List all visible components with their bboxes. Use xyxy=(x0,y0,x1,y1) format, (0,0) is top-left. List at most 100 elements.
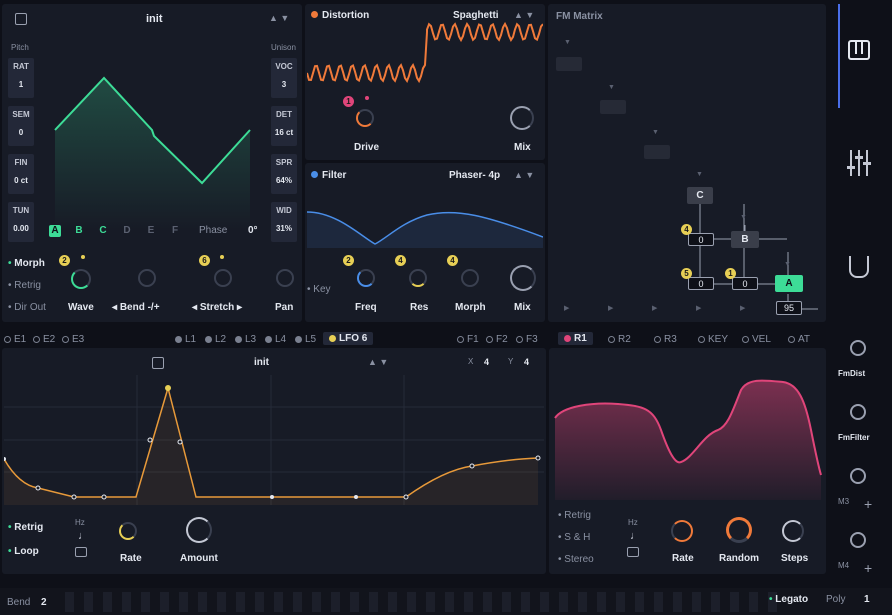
unison-param-spr[interactable]: SPR 64% xyxy=(271,154,297,194)
note-sync-icon[interactable]: ♩ xyxy=(78,530,89,542)
lfo-save-icon[interactable] xyxy=(152,357,164,369)
preset-nav-icon[interactable]: ▲ ▼ xyxy=(269,13,289,23)
m3-knob[interactable] xyxy=(850,468,866,484)
fm-node-a[interactable]: A xyxy=(775,275,803,292)
distortion-nav-icon[interactable]: ▲ ▼ xyxy=(514,10,534,20)
rand-keyboard-icon[interactable] xyxy=(627,547,639,557)
bend-label[interactable]: ◂ Bend -/+ xyxy=(112,302,160,313)
plug-icon[interactable] xyxy=(849,256,869,278)
mod-tab-f3[interactable]: F3 xyxy=(516,334,538,345)
stretch-knob[interactable] xyxy=(214,269,232,287)
m4-knob[interactable] xyxy=(850,532,866,548)
pitch-param-fin[interactable]: FIN 0 ct xyxy=(8,154,34,194)
freq-knob[interactable] xyxy=(357,269,375,287)
keyboard-sync-icon[interactable] xyxy=(75,547,87,557)
wave-tab-e[interactable]: E xyxy=(145,225,157,237)
lfo-nav-icon[interactable]: ▲ ▼ xyxy=(368,357,388,367)
mod-tab-key[interactable]: KEY xyxy=(698,334,728,345)
rand-hz-label[interactable]: Hz xyxy=(628,518,638,527)
mod-tab-e2[interactable]: E2 xyxy=(33,334,55,345)
osc-preset-name[interactable]: init xyxy=(146,13,163,25)
wave-knob[interactable] xyxy=(71,269,91,289)
mod-tab-at[interactable]: AT xyxy=(788,334,810,345)
key-toggle[interactable]: • Key xyxy=(307,284,331,295)
rand-note-icon[interactable]: ♩ xyxy=(630,530,641,542)
mod-tab-lfo-6[interactable]: LFO 6 xyxy=(323,332,374,345)
filter-title[interactable]: Filter xyxy=(311,170,346,181)
mod-tab-e1[interactable]: E1 xyxy=(4,334,26,345)
mod-tab-f1[interactable]: F1 xyxy=(457,334,479,345)
bend-knob[interactable] xyxy=(138,269,156,287)
unison-param-wid[interactable]: WID 31% xyxy=(271,202,297,242)
wave-tab-c[interactable]: C xyxy=(97,225,109,237)
mod-tab-vel[interactable]: VEL xyxy=(742,334,771,345)
wave-tab-b[interactable]: B xyxy=(73,225,85,237)
filter-type[interactable]: Phaser- 4p xyxy=(449,170,500,181)
fm-node-c[interactable]: C xyxy=(687,187,713,204)
lfo-rate-knob[interactable] xyxy=(119,522,137,540)
lfo-loop-toggle[interactable]: • Loop xyxy=(8,546,39,557)
fm-node-b[interactable]: B xyxy=(731,231,759,248)
mod-tab-l3[interactable]: L3 xyxy=(235,334,256,345)
rand-sh-toggle[interactable]: • S & H xyxy=(558,532,590,543)
lfo-preset-name[interactable]: init xyxy=(254,357,269,368)
pitch-param-tun[interactable]: TUN 0.00 xyxy=(8,202,34,242)
grid-x-value[interactable]: 4 xyxy=(484,357,489,367)
pan-knob[interactable] xyxy=(276,269,294,287)
mod-tab-r2[interactable]: R2 xyxy=(608,334,631,345)
rand-rate-knob[interactable] xyxy=(671,520,693,542)
rand-stereo-toggle[interactable]: • Stereo xyxy=(558,554,594,565)
phase-value[interactable]: 0° xyxy=(248,225,258,236)
mod-tab-f2[interactable]: F2 xyxy=(486,334,508,345)
filter-mix-knob[interactable] xyxy=(510,265,536,291)
save-icon[interactable] xyxy=(15,13,27,25)
wave-tab-d[interactable]: D xyxy=(121,225,133,237)
power-icon[interactable] xyxy=(311,11,318,18)
freq-mod-badge: 2 xyxy=(343,255,354,266)
lfo-retrig-toggle[interactable]: • Retrig xyxy=(8,522,43,533)
wave-tab-f[interactable]: F xyxy=(169,225,181,237)
lfo-editor[interactable] xyxy=(4,375,544,505)
power-icon[interactable] xyxy=(311,171,318,178)
mod-tab-r1[interactable]: R1 xyxy=(558,332,593,345)
lfo-hz-label[interactable]: Hz xyxy=(75,518,85,527)
fm-output-amount[interactable]: 95 xyxy=(776,301,802,315)
fm-amount[interactable]: 0 xyxy=(688,233,714,246)
fm-amount[interactable]: 0 xyxy=(688,277,714,290)
add-m4-icon[interactable]: + xyxy=(864,560,872,576)
add-m3-icon[interactable]: + xyxy=(864,496,872,512)
pitch-param-sem[interactable]: SEM 0 xyxy=(8,106,34,146)
filter-morph-knob[interactable] xyxy=(461,269,479,287)
rand-steps-knob[interactable] xyxy=(782,520,804,542)
mod-morph[interactable]: • Morph xyxy=(8,258,45,269)
mod-tab-l4[interactable]: L4 xyxy=(265,334,286,345)
mod-tab-l1[interactable]: L1 xyxy=(175,334,196,345)
mod-tab-l5[interactable]: L5 xyxy=(295,334,316,345)
grid-y-value[interactable]: 4 xyxy=(524,357,529,367)
rand-retrig-toggle[interactable]: • Retrig xyxy=(558,510,591,521)
lfo-amount-knob[interactable] xyxy=(186,517,212,543)
poly-value[interactable]: 1 xyxy=(864,594,870,605)
fm-amount[interactable]: 0 xyxy=(732,277,758,290)
wave-tab-a[interactable]: A xyxy=(49,225,61,237)
bend-value[interactable]: 2 xyxy=(41,597,47,608)
mod-retrig[interactable]: • Retrig xyxy=(8,280,41,291)
mod-dir-out[interactable]: • Dir Out xyxy=(8,302,46,313)
legato-toggle[interactable]: • Legato xyxy=(769,594,808,605)
dist-mix-knob[interactable] xyxy=(510,106,534,130)
drive-knob[interactable] xyxy=(356,109,374,127)
mod-tab-r3[interactable]: R3 xyxy=(654,334,677,345)
mod-tab-e3[interactable]: E3 xyxy=(62,334,84,345)
rand-random-knob[interactable] xyxy=(726,517,752,543)
mod-tab-l2[interactable]: L2 xyxy=(205,334,226,345)
filter-nav-icon[interactable]: ▲ ▼ xyxy=(514,170,534,180)
fmfilter-knob[interactable] xyxy=(850,404,866,420)
keyboard-icon[interactable] xyxy=(848,40,870,60)
fmdist-knob[interactable] xyxy=(850,340,866,356)
mixer-icon[interactable] xyxy=(847,150,871,176)
stretch-label[interactable]: ◂ Stretch ▸ xyxy=(192,302,242,313)
unison-param-det[interactable]: DET 16 ct xyxy=(271,106,297,146)
res-knob[interactable] xyxy=(409,269,427,287)
unison-param-voc[interactable]: VOC 3 xyxy=(271,58,297,98)
pitch-param-rat[interactable]: RAT 1 xyxy=(8,58,34,98)
